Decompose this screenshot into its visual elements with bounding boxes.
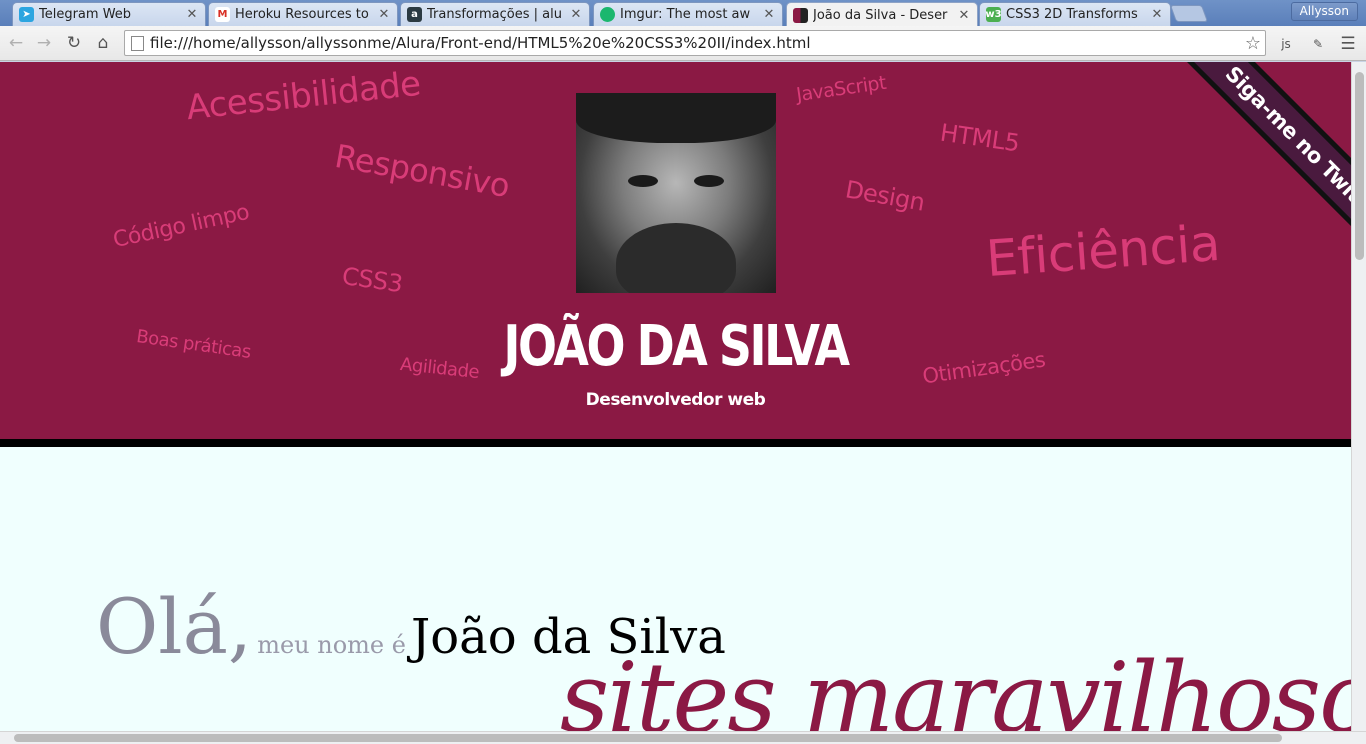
close-icon[interactable]: ✕ [762, 7, 776, 22]
photo-beard [616, 223, 736, 293]
tab-label: Transformações | alu [427, 7, 562, 22]
vertical-scrollbar[interactable] [1351, 62, 1366, 731]
forward-icon[interactable]: → [34, 33, 54, 53]
browser-toolbar: ← → ↻ ⌂ file:///home/allysson/allyssonme… [0, 26, 1366, 61]
menu-icon[interactable]: ☰ [1337, 33, 1359, 55]
address-bar[interactable]: file:///home/allysson/allyssonme/Alura/F… [124, 30, 1266, 56]
site-subtitle: Desenvolvedor web [585, 390, 766, 410]
w3schools-icon: w3 [985, 7, 1002, 22]
site-header: Acessibilidade Responsivo Código limpo C… [0, 62, 1351, 447]
page-favicon-icon [793, 7, 808, 23]
tag-javascript: JavaScript [794, 71, 888, 107]
tab-joao-da-silva[interactable]: João da Silva - Deser ✕ [786, 2, 978, 27]
tag-design: Design [843, 175, 927, 217]
reload-icon[interactable]: ↻ [64, 33, 84, 53]
js-extension-icon[interactable]: js [1275, 33, 1297, 55]
twitter-ribbon-label: Siga-me no Twitter [1220, 62, 1351, 231]
intro-hello: Olá, [96, 582, 253, 671]
home-icon[interactable]: ⌂ [93, 33, 113, 53]
gmail-icon: M [215, 7, 230, 22]
url-text[interactable]: file:///home/allysson/allyssonme/Alura/F… [150, 34, 1245, 52]
close-icon[interactable]: ✕ [185, 7, 199, 22]
vertical-scroll-thumb[interactable] [1355, 72, 1364, 260]
tag-html5: HTML5 [938, 118, 1022, 158]
photo-eye-right [694, 175, 724, 187]
tab-strip: ➤ Telegram Web ✕ M Heroku Resources to ✕… [0, 0, 1366, 27]
tab-label: CSS3 2D Transforms [1006, 7, 1138, 22]
tab-label: Imgur: The most aw [620, 7, 751, 22]
page-viewport: Acessibilidade Responsivo Código limpo C… [0, 62, 1351, 731]
tab-heroku[interactable]: M Heroku Resources to ✕ [208, 2, 398, 26]
close-icon[interactable]: ✕ [1150, 7, 1164, 22]
imgur-icon [600, 7, 615, 22]
tag-eficiencia: Eficiência [984, 213, 1222, 289]
horizontal-scroll-thumb[interactable] [14, 734, 1282, 742]
tab-css3-transforms[interactable]: w3 CSS3 2D Transforms ✕ [979, 2, 1171, 26]
eyedropper-icon[interactable]: ✎ [1307, 33, 1329, 55]
intro-tagline: sites maravilhosos [560, 642, 1351, 731]
tab-label: João da Silva - Deser [813, 7, 948, 23]
telegram-icon: ➤ [19, 7, 34, 22]
tab-label: Telegram Web [39, 7, 132, 22]
profile-photo [576, 93, 776, 293]
js-extension-label: js [1281, 37, 1291, 51]
close-icon[interactable]: ✕ [377, 7, 391, 22]
tag-codigo-limpo: Código limpo [110, 199, 252, 254]
page-icon [131, 35, 144, 51]
tab-telegram[interactable]: ➤ Telegram Web ✕ [12, 2, 206, 26]
profile-badge[interactable]: Allysson [1290, 2, 1358, 21]
intro-meu-nome: meu nome é [257, 631, 406, 659]
tab-label: Heroku Resources to [235, 7, 369, 22]
bookmark-star-icon[interactable]: ☆ [1245, 33, 1265, 54]
photo-hair [576, 93, 776, 143]
back-icon[interactable]: ← [6, 33, 26, 53]
tab-alura[interactable]: a Transformações | alu ✕ [400, 2, 590, 26]
tag-acessibilidade: Acessibilidade [184, 63, 423, 129]
site-title: JOÃO DA SILVA [503, 314, 850, 379]
horizontal-scrollbar[interactable] [0, 731, 1366, 744]
alura-icon: a [407, 7, 422, 22]
close-icon[interactable]: ✕ [957, 8, 971, 23]
tab-imgur[interactable]: Imgur: The most aw ✕ [593, 2, 783, 26]
photo-eye-left [628, 175, 658, 187]
tag-responsivo: Responsivo [332, 136, 513, 206]
close-icon[interactable]: ✕ [569, 7, 583, 22]
new-tab-button[interactable] [1169, 5, 1209, 22]
tag-css3: CSS3 [340, 261, 405, 299]
